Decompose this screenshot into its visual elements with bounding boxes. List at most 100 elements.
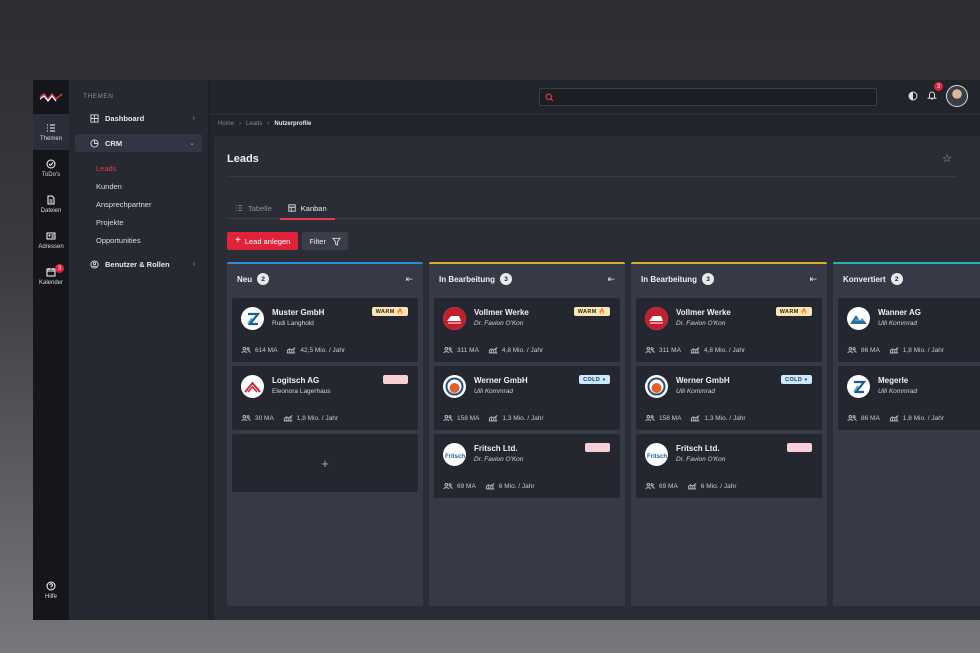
employees: 311 MA <box>645 346 681 354</box>
avatar[interactable] <box>946 85 968 107</box>
add-lead-button[interactable]: + Lead anlegen <box>227 232 299 250</box>
contact-person: Ulli Kommrad <box>878 388 918 395</box>
flame-icon: 🔥 <box>598 308 606 315</box>
funnel-icon <box>331 237 341 246</box>
lead-card[interactable]: Muster GmbH Rudi Langhold WARM 🔥 614 MA 42,5 … <box>232 298 418 362</box>
lead-card[interactable]: Megerle Ulli Kommrad 86 MA 1,8 Mio. / Jahr <box>838 366 980 430</box>
revenue-value: 1,3 Mio. / Jahr <box>502 414 544 422</box>
contact-person: Ulli Kommrad <box>676 388 716 395</box>
chart-icon <box>889 415 899 422</box>
status-badge <box>383 375 408 384</box>
add-card-button[interactable]: + <box>232 434 418 492</box>
card-meta: 30 MA 1,8 Mio. / Jahr <box>241 414 338 422</box>
rail-label: Hilfe <box>44 593 57 600</box>
tab-tabelle[interactable]: Tabelle <box>227 197 280 219</box>
company-name: Werner GmbH <box>474 376 528 385</box>
employees: 158 MA <box>443 414 479 422</box>
status-badge: WARM 🔥 <box>573 307 610 316</box>
theme-toggle-icon[interactable] <box>908 91 918 101</box>
sidebar-sub-leads[interactable]: Leads <box>69 159 208 177</box>
lead-card[interactable]: Fritsch. Fritsch Ltd. Dr. Favion O'Kon 69 M… <box>636 434 822 498</box>
kanban-column: Konvertiert2⇤Wanner AGUlli Kommrad86 MA1… <box>833 262 980 606</box>
rail-item-hilfe[interactable]: Hilfe <box>33 572 69 608</box>
company-logo-icon <box>645 307 668 330</box>
column-title: Konvertiert <box>843 274 886 284</box>
sidebar-item-users[interactable]: Benutzer & Rollen › <box>75 255 202 273</box>
company-logo-icon <box>241 307 264 330</box>
revenue-value: 4,8 Mio. / Jahr <box>501 346 544 354</box>
sidebar-sub-projekte[interactable]: Projekte <box>69 213 208 231</box>
tab-kanban[interactable]: Kanban <box>279 197 335 220</box>
sidebar-sub-ansprechpartner[interactable]: Ansprechpartner <box>69 195 208 213</box>
employees-value: 614 MA <box>255 346 278 354</box>
lead-card[interactable]: Werner GmbH Ulli Kommrad COLD ● 158 MA 1,3 Mi… <box>434 366 620 430</box>
rail-label: Kalender <box>38 279 64 286</box>
people-icon <box>443 414 453 422</box>
column-header: Neu 2 ⇤ <box>227 264 423 294</box>
revenue-value: 6 Mio. / Jahr <box>498 482 535 490</box>
pie-chart-icon <box>90 138 99 148</box>
help-icon <box>46 581 56 590</box>
sidebar-sub-opportunities[interactable]: Opportunities <box>69 231 208 249</box>
contact-person: Dr. Favion O'Kon <box>474 320 524 327</box>
chevron-right-icon: › <box>192 114 195 122</box>
column-header: Konvertiert2⇤ <box>833 264 980 294</box>
notifications-button[interactable]: 3 <box>926 82 943 105</box>
lead-card[interactable]: Werner GmbH Ulli Kommrad COLD ● 158 MA 1,3 Mi… <box>636 366 822 430</box>
chart-icon <box>286 347 296 354</box>
check-circle-icon <box>46 159 56 168</box>
employees: 311 MA <box>443 346 479 354</box>
sidebar-heading: THEMEN <box>83 93 114 100</box>
chart-icon <box>889 347 899 354</box>
people-icon <box>645 482 655 490</box>
badge-label: WARM <box>779 308 799 315</box>
revenue: 6 Mio. / Jahr <box>485 482 535 490</box>
sidebar-item-dashboard[interactable]: Dashboard › <box>75 109 202 127</box>
employees: 69 MA <box>645 482 678 490</box>
revenue: 1,3 Mio. / Jahr <box>488 414 544 422</box>
employees-value: 158 MA <box>659 414 682 422</box>
breadcrumb-home[interactable]: Home <box>218 121 234 127</box>
employees-value: 158 MA <box>457 414 480 422</box>
topbar: 3 <box>209 80 980 114</box>
rail-item-kalender[interactable]: Kalender 3 <box>33 258 69 294</box>
search-input[interactable] <box>558 93 858 101</box>
rail-item-adressen[interactable]: Adressen <box>33 222 69 258</box>
search-box[interactable] <box>539 88 877 106</box>
status-badge: COLD ● <box>579 375 610 384</box>
column-count: 2 <box>890 273 903 285</box>
sidebar-item-crm[interactable]: CRM ⌄ <box>75 134 202 152</box>
company-logo-icon <box>645 375 668 398</box>
filter-button[interactable]: Filter <box>302 232 348 250</box>
chevron-right-icon: › <box>267 121 270 127</box>
star-icon[interactable]: ☆ <box>942 152 952 165</box>
lead-card[interactable]: Wanner AG Ulli Kommrad 86 MA 1,8 Mio. / Jah… <box>838 298 980 362</box>
contact-person: Ulli Kommrad <box>474 388 514 395</box>
chart-icon <box>690 347 700 354</box>
breadcrumb-leads[interactable]: Leads <box>246 121 262 127</box>
chart-icon <box>488 347 498 354</box>
lead-card[interactable]: Vollmer Werke Dr. Favion O'Kon WARM 🔥 311 MA… <box>434 298 620 362</box>
plus-icon: + <box>235 235 241 246</box>
sidebar-sub-kunden[interactable]: Kunden <box>69 177 208 195</box>
rail-item-todos[interactable]: ToDo's <box>33 150 69 186</box>
lead-card[interactable]: Fritsch. Fritsch Ltd. Dr. Favion O'Kon 69 M… <box>434 434 620 498</box>
company-logo-icon: Fritsch. <box>645 443 668 466</box>
rail-item-dateien[interactable]: Dateien <box>33 186 69 222</box>
card-meta: 69 MA 6 Mio. / Jahr <box>443 482 535 490</box>
collapse-column-icon[interactable]: ⇤ <box>607 274 615 285</box>
sidebar-item-label: Benutzer & Rollen <box>105 259 170 269</box>
app-logo[interactable] <box>33 80 69 114</box>
badge-label: WARM <box>577 308 597 315</box>
lead-card[interactable]: Vollmer Werke Dr. Favion O'Kon WARM 🔥 311 MA… <box>636 298 822 362</box>
fritsch-logo-text: Fritsch. <box>647 454 667 460</box>
employees-value: 311 MA <box>659 346 681 354</box>
column-title: In Bearbeitung <box>439 274 496 284</box>
collapse-column-icon[interactable]: ⇤ <box>405 274 413 285</box>
rail-item-themen[interactable]: Themen <box>33 114 69 150</box>
card-meta: 86 MA 1,8 Mio. / Jahr <box>847 346 944 354</box>
collapse-column-icon[interactable]: ⇤ <box>809 274 817 285</box>
employees-value: 30 MA <box>255 414 274 422</box>
drop-icon: ● <box>602 376 606 383</box>
lead-card[interactable]: Logitsch AG Eleonora Lagerhaus 30 MA 1,8 Mi… <box>232 366 418 430</box>
